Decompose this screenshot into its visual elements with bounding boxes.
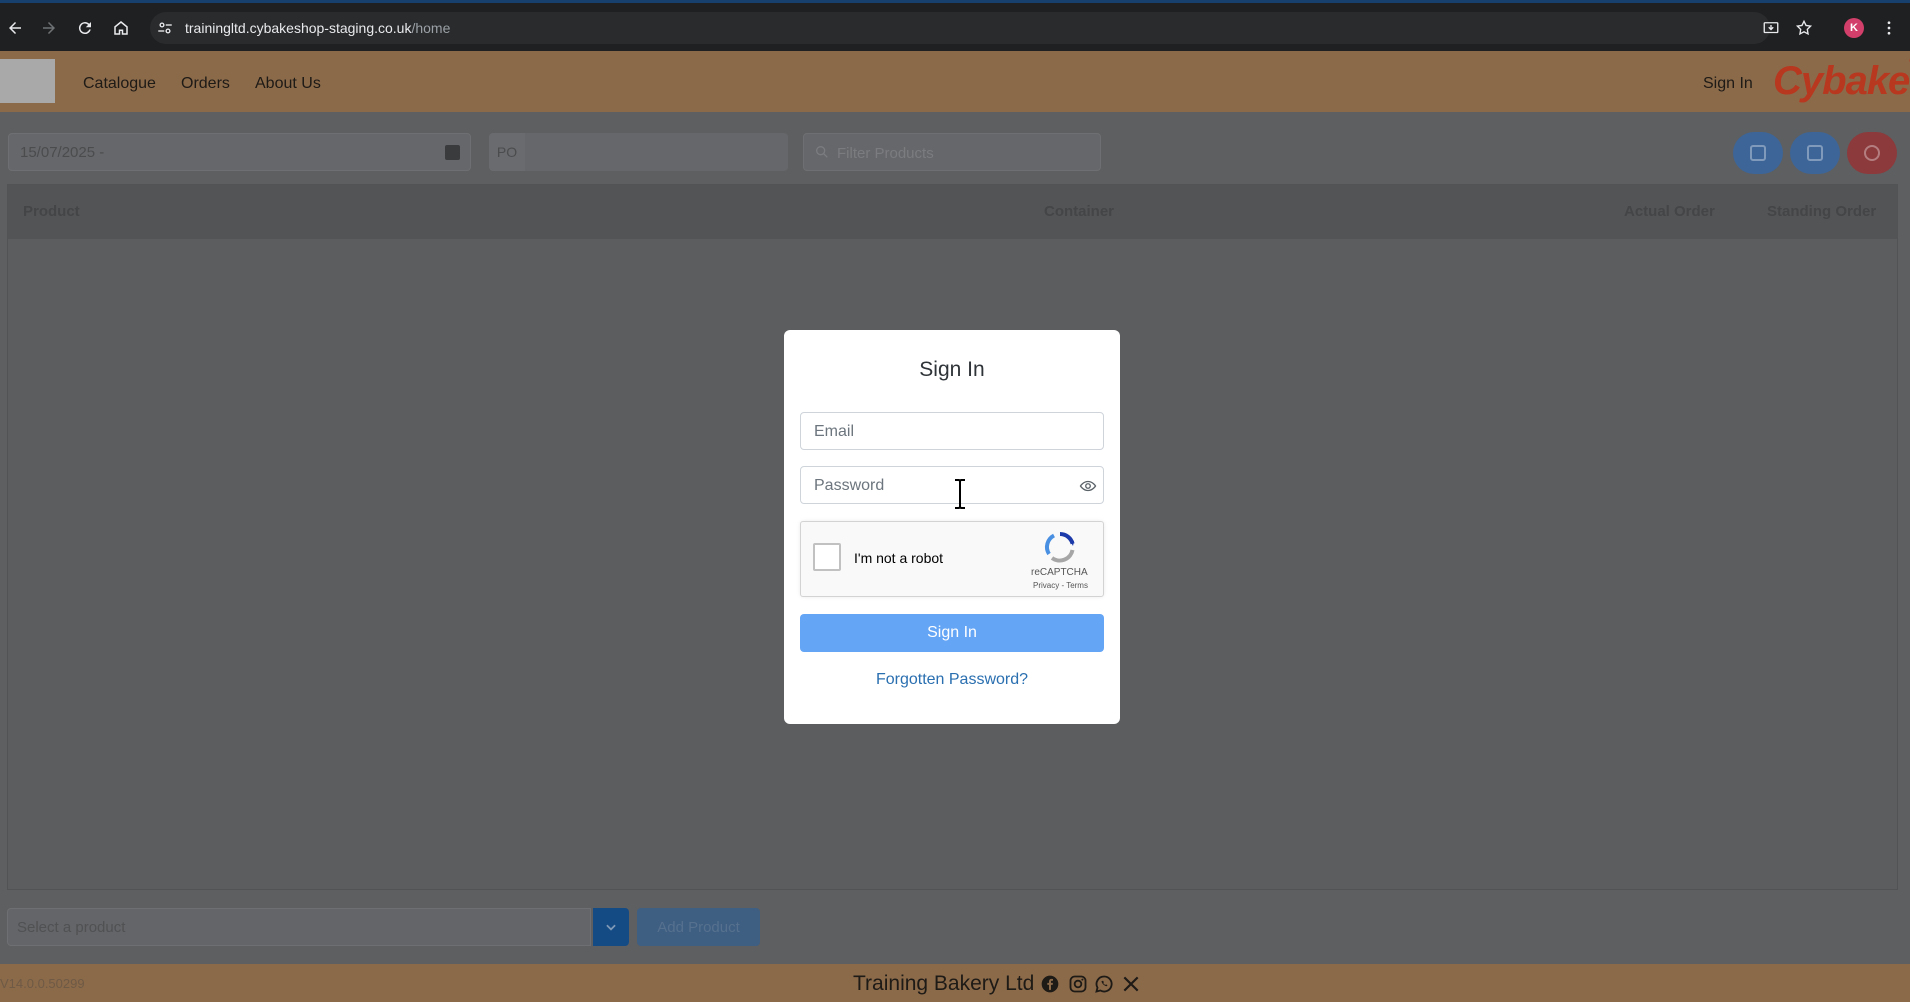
url-text: trainingltd.cybakeshop-staging.co.uk/hom…: [185, 20, 451, 36]
filter-products-input[interactable]: Filter Products: [803, 133, 1101, 171]
recaptcha-label: I'm not a robot: [854, 550, 944, 566]
home-icon[interactable]: [110, 17, 132, 39]
forward-icon[interactable]: [38, 17, 60, 39]
reload-icon[interactable]: [74, 17, 96, 39]
text-cursor-icon: [955, 479, 965, 509]
column-container[interactable]: Container: [1044, 203, 1114, 220]
cybake-logo: Cybake®: [1773, 56, 1910, 103]
profile-avatar[interactable]: K: [1844, 18, 1864, 38]
document-icon: [1750, 145, 1766, 161]
action-button-2[interactable]: [1790, 132, 1840, 174]
browser-toolbar: trainingltd.cybakeshop-staging.co.uk/hom…: [0, 0, 1910, 51]
sign-in-button[interactable]: Sign In: [800, 614, 1104, 652]
po-input[interactable]: [525, 133, 788, 171]
column-standing-order[interactable]: Standing Order: [1767, 203, 1876, 220]
bookmark-star-icon[interactable]: [1793, 17, 1815, 39]
action-button-1[interactable]: [1733, 132, 1783, 174]
install-app-icon[interactable]: [1760, 17, 1782, 39]
select-product-dropdown[interactable]: Select a product: [7, 908, 591, 946]
app-header: Catalogue Orders About Us Sign In Cybake…: [0, 51, 1910, 112]
x-twitter-icon[interactable]: [1121, 974, 1141, 994]
select-product-toggle[interactable]: [593, 908, 629, 946]
action-button-3[interactable]: [1847, 132, 1897, 174]
company-name: Training Bakery Ltd: [853, 972, 1035, 995]
show-password-icon[interactable]: [1079, 477, 1097, 495]
sign-in-modal: Sign In Email Password I'm not a robot r…: [784, 330, 1120, 724]
recaptcha-privacy-terms[interactable]: Privacy - Terms: [1033, 581, 1088, 590]
search-icon: [816, 146, 828, 158]
modal-title: Sign In: [919, 358, 985, 381]
cancel-icon: [1864, 145, 1880, 161]
email-placeholder: Email: [814, 423, 855, 440]
po-label: PO: [489, 133, 525, 171]
back-icon[interactable]: [4, 17, 26, 39]
password-field[interactable]: Password: [800, 466, 1104, 504]
browser-menu-icon[interactable]: [1878, 17, 1900, 39]
facebook-icon[interactable]: [1040, 974, 1060, 994]
date-range-input[interactable]: 15/07/2025 -: [8, 133, 471, 171]
recaptcha-brand: reCAPTCHA: [1031, 567, 1088, 578]
recaptcha-checkbox[interactable]: [813, 543, 841, 571]
chevron-down-icon: [606, 924, 616, 931]
whatsapp-icon[interactable]: [1094, 974, 1114, 994]
copy-icon: [1807, 145, 1823, 161]
calendar-icon[interactable]: [445, 145, 460, 160]
site-settings-icon[interactable]: [156, 19, 174, 37]
site-logo[interactable]: [0, 59, 55, 103]
instagram-icon[interactable]: [1068, 974, 1088, 994]
add-product-button[interactable]: Add Product: [637, 908, 760, 946]
address-bar[interactable]: trainingltd.cybakeshop-staging.co.uk/hom…: [150, 12, 1770, 44]
recaptcha-logo-icon: [1045, 532, 1075, 563]
select-product-placeholder: Select a product: [17, 919, 126, 936]
recaptcha-widget: I'm not a robot reCAPTCHA Privacy - Term…: [800, 521, 1104, 597]
filter-products-placeholder: Filter Products: [837, 145, 934, 162]
header-sign-in-link[interactable]: Sign In: [1703, 75, 1753, 93]
column-actual-order[interactable]: Actual Order: [1624, 203, 1715, 220]
nav-catalogue[interactable]: Catalogue: [83, 75, 156, 93]
table-header: Product Container Actual Order Standing …: [8, 185, 1897, 239]
date-range-value: 15/07/2025 -: [20, 144, 105, 161]
email-field[interactable]: Email: [800, 412, 1104, 450]
version-label: V14.0.0.50299: [0, 976, 85, 991]
nav-about-us[interactable]: About Us: [255, 75, 321, 93]
forgotten-password-link[interactable]: Forgotten Password?: [784, 671, 1120, 689]
column-product[interactable]: Product: [23, 203, 80, 220]
password-placeholder: Password: [814, 477, 885, 494]
footer: V14.0.0.50299 Training Bakery Ltd: [0, 964, 1910, 1002]
nav-orders[interactable]: Orders: [181, 75, 230, 93]
